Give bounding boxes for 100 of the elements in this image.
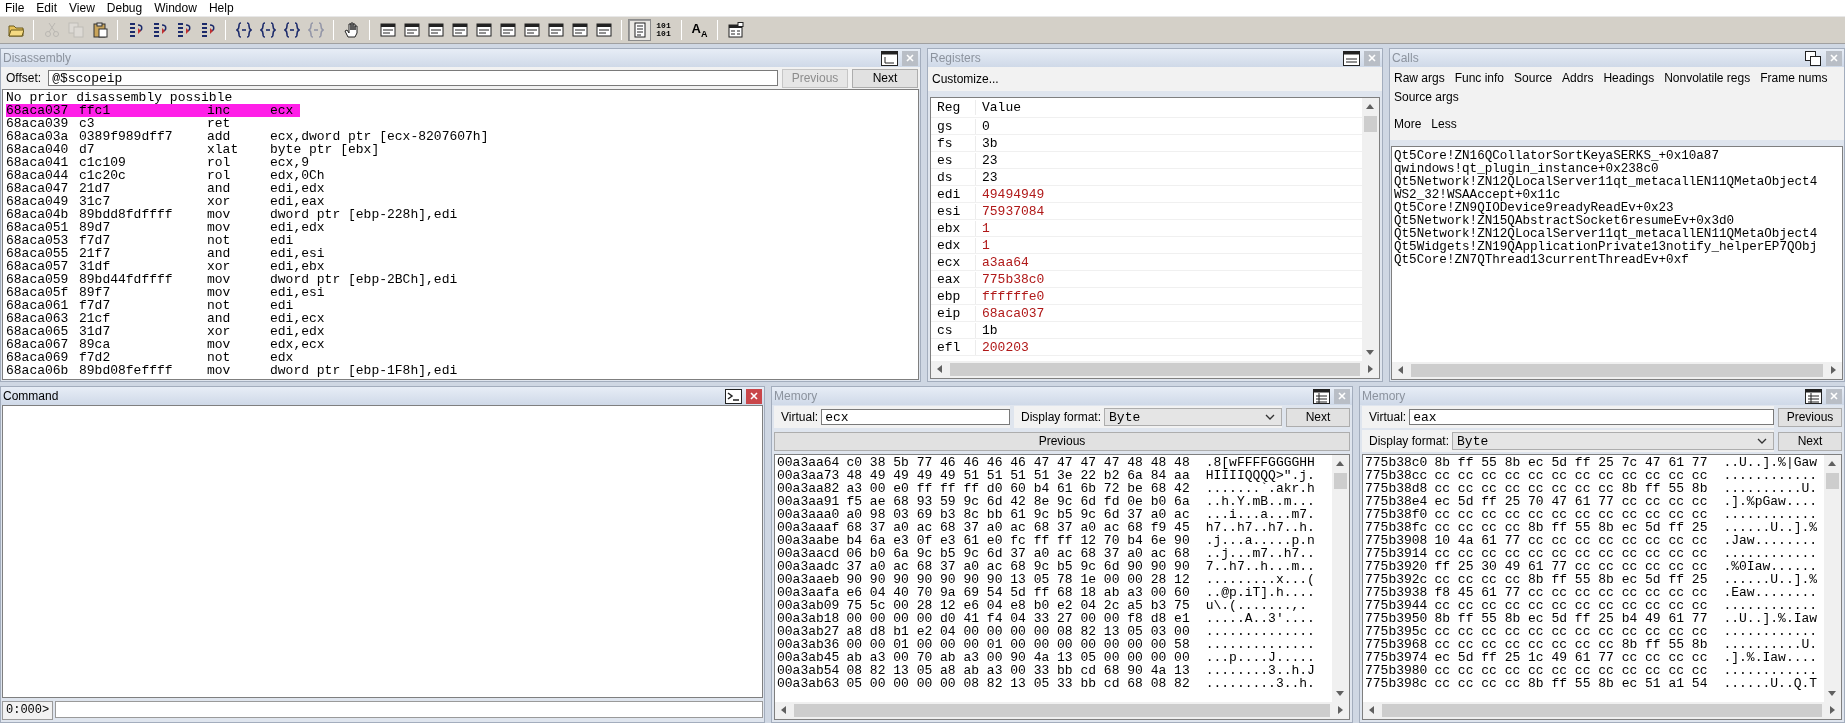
stack-frame[interactable]: Qt5Widgets!ZN19QApplicationPrivate13notify_helperEP7QObj — [1394, 241, 1818, 254]
button[interactable]: Previous — [774, 431, 1350, 451]
disassembly-line[interactable]: 68aca06b 89bd08feffff mov dword ptr [ebp-1F8h],edi — [6, 364, 458, 377]
disassembly-line[interactable]: 68aca059 89bd44fdffff mov dword ptr [ebp-2BCh],edi — [6, 273, 458, 286]
folder-icon — [7, 22, 24, 38]
scrollbar[interactable] — [1392, 362, 1842, 379]
memory-row: 00a3ab09 75 5c 00 28 12 e6 04 e8 b0 e2 04 2c a5 b3 75 u\.(.......,. — [777, 599, 1308, 612]
stack-frame[interactable]: Qt5Network!ZN15QAbstractSocket6resumeEv+0x3d0 — [1394, 215, 1735, 228]
address-field[interactable]: ecx — [821, 409, 1010, 425]
stack-frame[interactable]: Qt5Network!ZN12QLocalServer11qt_metacallEN11QMetaObject4 — [1394, 228, 1818, 241]
window-icon[interactable] — [1343, 50, 1360, 66]
memory-row: 775b38fc cc cc cc cc 8b ff 55 8b ec 5d ff 25 ......U..].% — [1365, 521, 1818, 534]
memory-row: 775b38d8 cc cc cc cc cc cc cc cc 8b ff 55 8b ..........U. — [1365, 482, 1818, 495]
stack-frame[interactable]: WS2_32!WSAAccept+0x11c — [1394, 189, 1561, 202]
menu-item[interactable]: View — [66, 0, 104, 16]
disassembly-line[interactable]: 68aca063 21cf and edi,ecx — [6, 312, 325, 325]
register-value: ffffffe0 — [981, 288, 1045, 304]
menu-item[interactable]: Edit — [33, 0, 67, 16]
disassembly-line[interactable]: 68aca040 d7 xlat byte ptr [ebx] — [6, 143, 380, 156]
step-icon — [151, 22, 168, 38]
memory-row: 775b38cc cc cc cc cc cc cc cc cc cc cc cc cc ............ — [1365, 469, 1818, 482]
clipboard-icon — [91, 22, 108, 38]
disassembly-line[interactable]: 68aca049 31c7 xor edi,eax — [6, 195, 325, 208]
menu-item[interactable]: File — [2, 0, 34, 16]
disassembly-line[interactable]: 68aca065 31d7 xor edi,edx — [6, 325, 325, 338]
window-icon — [475, 22, 492, 38]
disassembly-line[interactable]: 68aca05f 89f7 mov edi,esi — [6, 286, 325, 299]
memory-row: 775b3944 cc cc cc cc cc cc cc cc cc cc cc cc ............ — [1365, 599, 1818, 612]
option-link[interactable]: Frame nums — [1760, 71, 1828, 86]
window-icon[interactable] — [881, 50, 898, 66]
window-icon[interactable] — [1805, 388, 1822, 404]
window-icon — [595, 22, 612, 38]
memory-row: 00a3ab54 08 82 13 05 a8 ab a3 00 33 bb cd 68 90 4a 13 ........3..h.J — [777, 664, 1315, 677]
scrollbar[interactable] — [1363, 702, 1841, 719]
disassembly-line[interactable]: 68aca055 21f7 and edi,esi — [6, 247, 325, 260]
register-name: ecx — [931, 254, 976, 270]
scrollbar[interactable] — [1332, 455, 1349, 702]
format-dropdown[interactable]: Byte — [1104, 408, 1282, 426]
close-button[interactable] — [746, 388, 762, 404]
disassembly-line[interactable]: 68aca044 c1c20c rol edx,0Ch — [6, 169, 325, 182]
disassembly-line[interactable]: 68aca057 31df xor edi,ebx — [6, 260, 325, 273]
disassembly-line[interactable]: 68aca041 c1c109 rol ecx,9 — [6, 156, 309, 169]
scrollbar[interactable] — [775, 702, 1349, 719]
disassembly-line[interactable]: 68aca04b 89bdd8fdffff mov dword ptr [ebp-228h],edi — [6, 208, 458, 221]
register-name: ebx — [931, 220, 976, 236]
option-link[interactable]: Less — [1431, 117, 1457, 132]
toolbar-button[interactable]: A$_{A}$ — [688, 19, 711, 41]
customize-link[interactable]: Customize... — [932, 72, 999, 86]
scrollbar[interactable] — [1824, 455, 1841, 702]
scrollbar[interactable] — [931, 361, 1379, 378]
disassembly-line[interactable]: 68aca069 f7d2 not edx — [6, 351, 300, 364]
toolbar-button[interactable]: 101 101 — [652, 19, 675, 41]
panel-title: Memory — [1362, 389, 1406, 403]
stack-frame[interactable]: Qt5Core!ZN16QCollatorSortKeyaSERKS_+0x10a87 — [1394, 150, 1719, 163]
register-name: edi — [931, 186, 976, 202]
option-link[interactable]: Source — [1514, 71, 1553, 86]
disassembly-line[interactable]: 68aca053 f7d7 not edi — [6, 234, 300, 247]
scrollbar[interactable] — [1362, 98, 1379, 361]
register-value: 3b — [981, 135, 998, 151]
option-link[interactable]: Nonvolatile regs — [1664, 71, 1751, 86]
memory-row: 775b3950 8b ff 55 8b ec 5d ff 25 b4 49 61 77 ..U..].%.Iaw — [1365, 612, 1818, 625]
format-label: Display format: — [1020, 410, 1103, 424]
window-icon[interactable] — [1313, 388, 1330, 404]
option-link[interactable]: More — [1394, 117, 1422, 132]
option-link[interactable]: Addrs — [1562, 71, 1594, 86]
disassembly-line[interactable]: 68aca039 c3 ret — [6, 117, 300, 130]
menu-item[interactable]: Debug — [103, 0, 152, 16]
disassembly-line[interactable]: 68aca051 89d7 mov edi,edx — [6, 221, 325, 234]
register-value: 0 — [981, 118, 990, 134]
button[interactable]: Next — [1286, 407, 1350, 427]
format-dropdown[interactable]: Byte — [1452, 432, 1774, 450]
offset-field[interactable]: @$scopeip — [48, 70, 778, 86]
stack-frame[interactable]: Qt5Core!ZN9QIODevice9readyReadEv+0x23 — [1394, 202, 1674, 215]
window-icon[interactable] — [725, 388, 742, 404]
button[interactable]: Previous — [1778, 407, 1842, 427]
option-link[interactable]: Raw args — [1394, 71, 1445, 86]
button[interactable]: Next — [1778, 431, 1842, 451]
command-input[interactable] — [55, 701, 763, 718]
register-name: es — [931, 152, 976, 168]
button[interactable]: Next — [852, 68, 918, 88]
option-link[interactable]: Headings — [1603, 71, 1655, 86]
disassembly-line[interactable]: 68aca03a 0389f989dff7 add ecx,dword ptr [ecx-8207607h] — [6, 130, 489, 143]
window-icon[interactable] — [1805, 50, 1822, 66]
disassembly-line[interactable]: 68aca047 21d7 and edi,edx — [6, 182, 325, 195]
menu-item[interactable]: Window — [151, 0, 206, 16]
memory-row: 00a3ab45 ab a3 00 70 ab a3 00 90 4a 13 05 00 00 00 00 ...p....J..... — [777, 651, 1315, 664]
disassembly-line[interactable]: 68aca061 f7d7 not edi — [6, 299, 300, 312]
stack-frame[interactable]: Qt5Core!ZN7QThread13currentThreadEv+0xf — [1394, 254, 1689, 267]
stack-frame[interactable]: qwindows!qt_plugin_instance+0x238c0 — [1394, 163, 1659, 176]
disassembly-line[interactable]: 68aca067 89ca mov edx,ecx — [6, 338, 325, 351]
command-prompt: 0:000> — [2, 701, 54, 720]
window-icon — [403, 22, 420, 38]
option-link[interactable]: Source args — [1394, 90, 1459, 105]
close-icon — [749, 391, 759, 401]
option-link[interactable]: Func info — [1454, 71, 1505, 86]
stack-frame[interactable]: Qt5Network!ZN12QLocalServer11qt_metacallEN11QMetaObject4 — [1394, 176, 1818, 189]
address-field[interactable]: eax — [1409, 409, 1774, 425]
memory-row: 00a3ab63 05 00 00 00 00 08 82 13 05 33 bb cd 68 08 82 .........3..h. — [777, 677, 1315, 690]
register-name: eax — [931, 271, 976, 287]
menu-item[interactable]: Help — [205, 0, 243, 16]
